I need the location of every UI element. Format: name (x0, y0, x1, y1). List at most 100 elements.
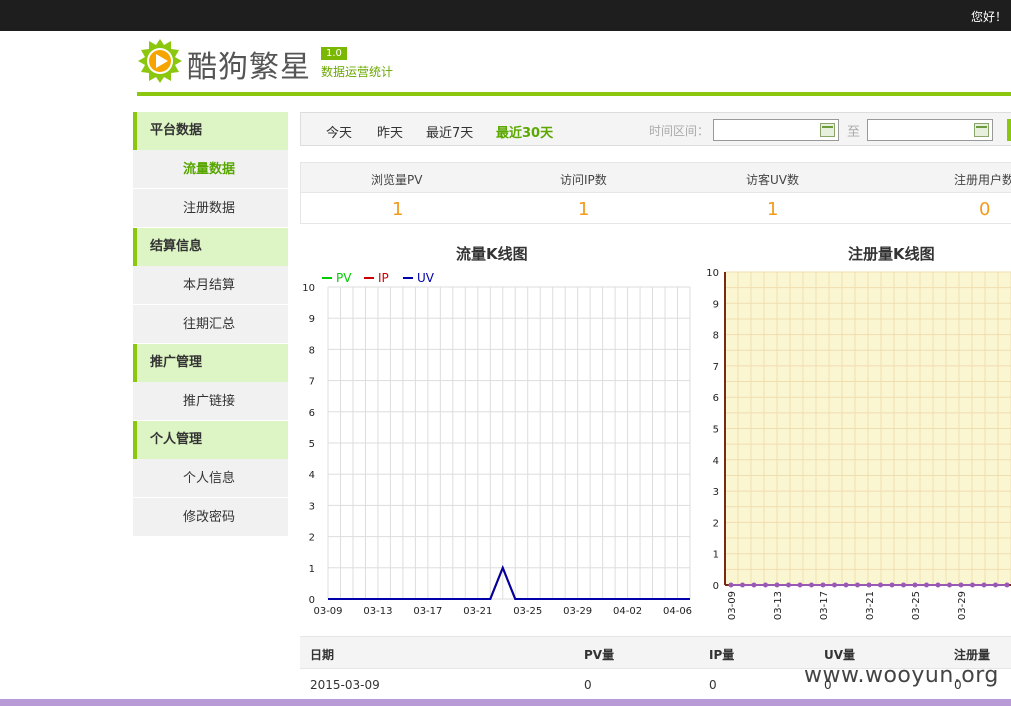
y-tick-label: 7 (713, 362, 719, 373)
tab-last-7-days[interactable]: 最近7天 (426, 122, 473, 141)
greeting-text: 您好！ (970, 10, 1007, 24)
tab-yesterday[interactable]: 昨天 (377, 122, 403, 141)
data-point (866, 582, 872, 588)
tab-today[interactable]: 今天 (326, 122, 352, 141)
data-point (958, 582, 964, 588)
data-point (728, 582, 734, 588)
data-point (751, 582, 757, 588)
col-date: 日期 (310, 648, 335, 662)
data-point (981, 582, 987, 588)
sidebar-item-promo-links[interactable]: 推广链接 (133, 382, 288, 421)
y-tick-label: 2 (309, 533, 315, 544)
sidebar-item-traffic[interactable]: 流量数据 (133, 150, 288, 189)
y-tick-label: 8 (713, 331, 719, 342)
tab-last-30-days[interactable]: 最近30天 (496, 122, 553, 141)
data-point (889, 582, 895, 588)
sidebar-group-platform[interactable]: 平台数据 (133, 112, 288, 150)
y-tick-label: 6 (713, 393, 719, 404)
y-tick-label: 3 (309, 501, 315, 512)
stat-value-ip: 1 (578, 199, 590, 220)
stat-value-uv: 1 (767, 199, 779, 220)
stat-label-uv: 访客UV数 (746, 173, 799, 187)
traffic-line-chart: 0 1 2 3 4 5 6 7 8 9 10 03-09 03-13 03-17 03-21 03-25 03-… (300, 268, 696, 620)
y-tick-label: 10 (706, 268, 719, 279)
data-point (878, 582, 883, 588)
y-tick-label: 2 (713, 518, 719, 529)
cell-pv: 0 (584, 678, 592, 692)
x-tick-label: 03-09 (313, 606, 342, 617)
data-point (901, 582, 906, 588)
x-tick-label: 03-29 (563, 606, 592, 617)
stat-label-ip: 访问IP数 (560, 173, 607, 187)
x-tick-label: 03-25 (911, 591, 922, 620)
end-date-input[interactable] (867, 119, 993, 141)
sidebar-group-personal[interactable]: 个人管理 (133, 421, 288, 459)
header-divider (137, 92, 1011, 96)
y-tick-label: 10 (302, 283, 315, 294)
data-point (763, 582, 768, 588)
data-point (912, 582, 918, 588)
x-tick-label: 03-25 (513, 606, 542, 617)
y-tick-label: 6 (309, 408, 315, 419)
play-logo-icon (138, 39, 182, 83)
start-date-input[interactable] (713, 119, 839, 141)
data-point (843, 582, 849, 588)
logo[interactable]: 酷狗繁星 1.0 数据运营统计 (137, 38, 437, 86)
y-tick-label: 7 (309, 377, 315, 388)
query-button[interactable] (1007, 119, 1011, 141)
date-toolbar: 今天 昨天 最近7天 最近30天 时间区间： 至 (300, 112, 1011, 146)
cell-ip: 0 (709, 678, 717, 692)
data-point (935, 582, 941, 588)
y-tick-label: 4 (309, 470, 315, 481)
stat-value-registered: 0 (979, 199, 991, 220)
legend-label-ip: IP (378, 271, 389, 285)
sidebar-item-monthly-settlement[interactable]: 本月结算 (133, 266, 288, 305)
stats-summary: 浏览量PV 访问IP数 访客UV数 注册用户数 1 1 1 0 (300, 162, 1011, 224)
y-tick-label: 5 (713, 425, 719, 436)
y-tick-label: 9 (309, 314, 315, 325)
to-label: 至 (847, 125, 861, 140)
data-point (832, 582, 837, 588)
x-tick-label: 03-13 (773, 591, 784, 620)
data-point (809, 582, 814, 588)
sidebar-group-settlement[interactable]: 结算信息 (133, 228, 288, 266)
data-point (820, 582, 826, 588)
y-tick-label: 5 (309, 439, 315, 450)
y-tick-label: 3 (713, 487, 719, 498)
data-point (855, 582, 860, 588)
data-point (993, 582, 998, 588)
x-tick-label: 03-13 (363, 606, 392, 617)
col-register: 注册量 (954, 648, 991, 662)
calendar-icon[interactable] (974, 123, 989, 137)
app-subtitle: 数据运营统计 (321, 65, 394, 79)
traffic-chart-title: 流量K线图 (456, 245, 528, 263)
sidebar-item-change-password[interactable]: 修改密码 (133, 498, 288, 537)
sidebar-group-promotion[interactable]: 推广管理 (133, 344, 288, 382)
col-uv: UV量 (824, 648, 856, 662)
sidebar: 平台数据 流量数据 注册数据 结算信息 本月结算 往期汇总 推广管理 推广链接 … (133, 112, 288, 537)
data-point (924, 582, 929, 588)
register-chart-title: 注册量K线图 (848, 245, 935, 263)
data-point (774, 582, 780, 588)
calendar-icon[interactable] (820, 123, 835, 137)
chart-background (300, 268, 696, 620)
col-pv: PV量 (584, 648, 615, 662)
data-point (970, 582, 975, 588)
x-tick-label: 03-09 (727, 591, 738, 620)
x-tick-label: 04-06 (663, 606, 692, 617)
y-tick-label: 1 (309, 564, 315, 575)
sidebar-item-profile[interactable]: 个人信息 (133, 459, 288, 498)
data-point (947, 582, 952, 588)
x-tick-label: 03-21 (865, 591, 876, 620)
y-tick-label: 9 (713, 299, 719, 310)
x-tick-label: 03-17 (819, 591, 830, 620)
cell-date: 2015-03-09 (310, 678, 380, 692)
sidebar-item-registration[interactable]: 注册数据 (133, 189, 288, 228)
x-tick-label: 03-17 (413, 606, 442, 617)
sidebar-item-history-summary[interactable]: 往期汇总 (133, 305, 288, 344)
data-point (1004, 582, 1010, 588)
y-tick-label: 0 (309, 595, 315, 606)
y-tick-label: 4 (713, 456, 719, 467)
x-tick-label: 04-02 (613, 606, 642, 617)
version-badge: 1.0 (321, 47, 347, 60)
